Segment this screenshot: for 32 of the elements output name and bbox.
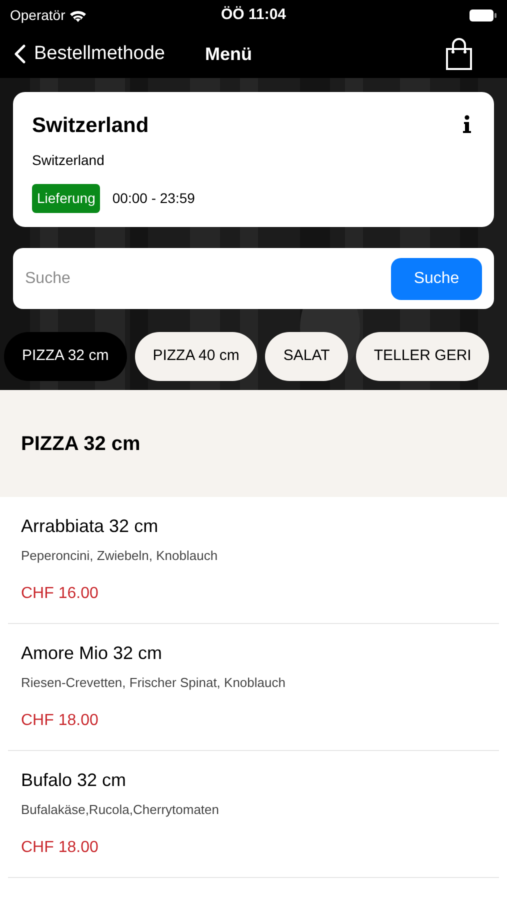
- item-description: Riesen-Crevetten, Frischer Spinat, Knoblauch: [21, 674, 286, 692]
- screen-title: Menü: [204, 42, 252, 66]
- search-button[interactable]: Suche: [391, 258, 482, 300]
- category-tab[interactable]: PIZZA 32 cm: [4, 332, 127, 381]
- info-icon[interactable]: [463, 115, 471, 133]
- item-name: Bufalo 32 cm: [21, 769, 128, 792]
- clock: ÖÖ 11:04: [220, 4, 286, 25]
- back-button[interactable]: Bestellmethode: [14, 40, 165, 68]
- store-subtitle: Switzerland: [32, 150, 106, 170]
- wifi-icon: [69, 8, 88, 22]
- back-chevron-icon: [14, 44, 26, 64]
- item-description: Peperoncini, Zwiebeln, Knoblauch: [21, 547, 219, 565]
- item-price: CHF 18.00: [21, 710, 100, 730]
- item-price: CHF 18.00: [21, 838, 100, 858]
- menu-item[interactable]: Amore Mio 32 cm Riesen-Crevetten, Frischer Spinat, Knoblauch CHF 18.00: [8, 624, 499, 751]
- search-field[interactable]: Suche Suche: [13, 248, 494, 309]
- battery-icon: [468, 8, 497, 22]
- shopping-bag-icon: [445, 37, 473, 71]
- category-tab[interactable]: TELLER GERI: [356, 332, 490, 381]
- menu-item[interactable]: Arrabbiata 32 cm Peperoncini, Zwiebeln, Knoblauch CHF 16.00: [8, 497, 499, 624]
- carrier-label: Operatör: [10, 6, 66, 25]
- item-description: Bufalakäse,Rucola,Cherrytomaten: [21, 801, 220, 819]
- item-name: Amore Mio 32 cm: [21, 642, 164, 665]
- category-tab[interactable]: PIZZA 40 cm: [134, 332, 258, 381]
- menu-item[interactable]: Bufalo 32 cm Bufalakäse,Rucola,Cherrytomaten CHF 18.00: [8, 751, 499, 878]
- section-title: PIZZA 32 cm: [21, 432, 140, 456]
- opening-hours: 00:00 - 23:59: [112, 188, 195, 208]
- delivery-badge: Lieferung: [32, 184, 100, 212]
- item-name: Arrabbiata 32 cm: [21, 515, 160, 538]
- shopping-bag-button[interactable]: [445, 37, 473, 71]
- store-name: Switzerland: [32, 113, 149, 139]
- item-price: CHF 16.00: [21, 584, 100, 604]
